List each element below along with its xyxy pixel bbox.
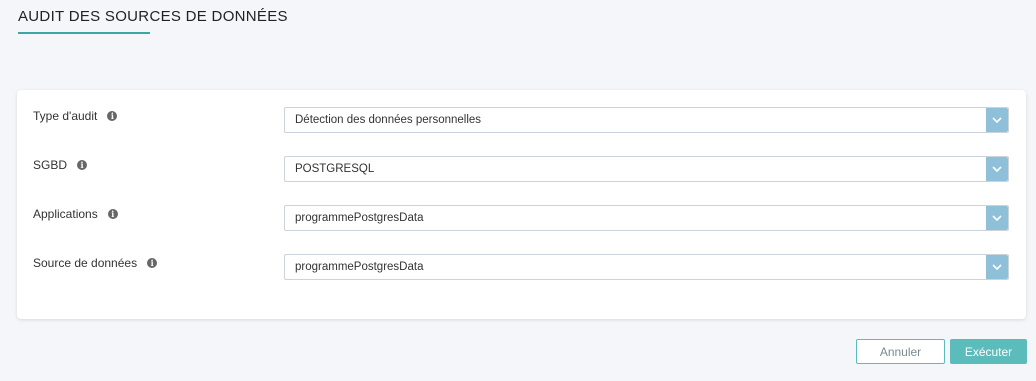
data-source-value: programmePostgresData bbox=[295, 261, 424, 273]
audit-type-value: Détection des données personnelles bbox=[295, 114, 482, 126]
audit-form-card: Type d'audit i Détection des données per… bbox=[17, 90, 1026, 319]
field-row-data-source: Source de données i programmePostgresDat… bbox=[17, 254, 1026, 280]
title-underline bbox=[18, 32, 150, 34]
sgbd-label: SGBD bbox=[33, 158, 68, 172]
chevron-down-icon[interactable] bbox=[986, 108, 1008, 132]
page-title: AUDIT DES SOURCES DE DONNÉES bbox=[18, 8, 288, 25]
data-source-label-container: Source de données i bbox=[33, 256, 158, 270]
field-row-applications: Applications i programmePostgresData bbox=[17, 205, 1026, 231]
sgbd-select[interactable]: POSTGRESQL bbox=[284, 156, 1009, 182]
data-source-label: Source de données bbox=[33, 256, 138, 270]
field-row-sgbd: SGBD i POSTGRESQL bbox=[17, 156, 1026, 182]
cancel-button[interactable]: Annuler bbox=[856, 339, 945, 364]
applications-label: Applications bbox=[33, 207, 98, 221]
audit-type-select[interactable]: Détection des données personnelles bbox=[284, 107, 1009, 133]
info-icon[interactable]: i bbox=[147, 258, 158, 268]
execute-button[interactable]: Exécuter bbox=[950, 339, 1027, 364]
audit-type-label-container: Type d'audit i bbox=[33, 109, 118, 123]
applications-value: programmePostgresData bbox=[295, 212, 424, 224]
applications-select[interactable]: programmePostgresData bbox=[284, 205, 1009, 231]
info-icon[interactable]: i bbox=[107, 111, 118, 121]
chevron-down-icon[interactable] bbox=[986, 157, 1008, 181]
info-icon[interactable]: i bbox=[107, 209, 118, 219]
chevron-down-icon[interactable] bbox=[986, 206, 1008, 230]
sgbd-value: POSTGRESQL bbox=[295, 163, 375, 175]
chevron-down-icon[interactable] bbox=[986, 255, 1008, 279]
field-row-audit-type: Type d'audit i Détection des données per… bbox=[17, 107, 1026, 133]
data-source-select[interactable]: programmePostgresData bbox=[284, 254, 1009, 280]
info-icon[interactable]: i bbox=[77, 160, 88, 170]
audit-type-label: Type d'audit bbox=[33, 109, 98, 123]
sgbd-label-container: SGBD i bbox=[33, 158, 88, 172]
applications-label-container: Applications i bbox=[33, 207, 118, 221]
